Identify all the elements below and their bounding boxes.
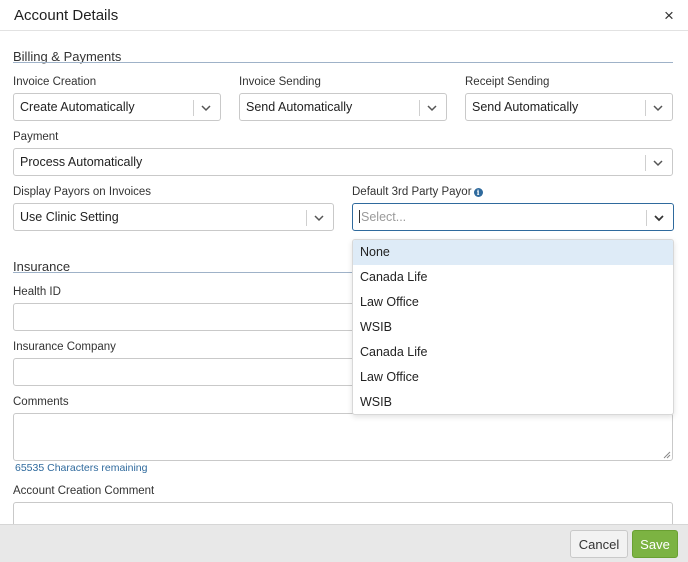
dropdown-option[interactable]: Law Office [353,290,673,315]
payment-select[interactable]: Process Automatically [13,148,673,176]
invoice-sending-value: Send Automatically [246,100,353,114]
dropdown-option[interactable]: Law Office [353,365,673,390]
select-separator [645,155,646,171]
chevron-down-icon [654,215,664,222]
select-separator [193,100,194,116]
invoice-sending-label: Invoice Sending [239,76,321,88]
default-payor-input[interactable]: Select... [359,210,406,224]
payment-label: Payment [13,131,59,143]
dialog-header: Account Details × [0,0,688,31]
display-payors-label: Display Payors on Invoices [13,186,152,198]
default-payor-dropdown: None Canada Life Law Office WSIB Canada … [352,239,674,415]
select-separator [419,100,420,116]
invoice-creation-label: Invoice Creation [13,76,97,88]
payment-value: Process Automatically [20,155,143,169]
dropdown-option[interactable]: WSIB [353,390,673,414]
insurance-company-label: Insurance Company [13,341,116,353]
invoice-creation-select[interactable]: Create Automatically [13,93,221,121]
select-separator [306,210,307,226]
display-payors-value: Use Clinic Setting [20,210,119,224]
resize-grip-icon[interactable] [663,451,671,459]
default-payor-label-text: Default 3rd Party Payor [352,186,472,198]
dialog-footer: Cancel Save [0,524,688,562]
cancel-button[interactable]: Cancel [570,530,628,558]
receipt-sending-select[interactable]: Send Automatically [465,93,673,121]
chevron-down-icon [427,105,437,112]
chevron-down-icon [314,215,324,222]
chevron-down-icon [653,160,663,167]
dialog-title: Account Details [14,7,119,24]
info-icon[interactable]: i [473,188,483,197]
text-caret [359,210,360,223]
chars-remaining-text: 65535 Characters remaining [15,462,148,474]
close-button[interactable]: × [658,5,680,27]
default-payor-select[interactable]: Select... [352,203,674,231]
select-separator [645,100,646,116]
chevron-down-icon [653,105,663,112]
comments-textarea[interactable] [13,413,673,461]
invoice-sending-select[interactable]: Send Automatically [239,93,447,121]
default-payor-label: Default 3rd Party Payor i [352,186,483,198]
dropdown-option[interactable]: Canada Life [353,265,673,290]
account-creation-comment-label: Account Creation Comment [13,485,155,497]
comments-label: Comments [13,396,69,408]
select-separator [646,210,647,226]
invoice-creation-value: Create Automatically [20,100,135,114]
dropdown-option[interactable]: None [353,240,673,265]
default-payor-placeholder: Select... [361,210,407,224]
display-payors-select[interactable]: Use Clinic Setting [13,203,334,231]
receipt-sending-label: Receipt Sending [465,76,550,88]
save-button[interactable]: Save [632,530,678,558]
health-id-label: Health ID [13,286,61,298]
receipt-sending-value: Send Automatically [472,100,579,114]
dropdown-option[interactable]: Canada Life [353,340,673,365]
chevron-down-icon [201,105,211,112]
dropdown-option[interactable]: WSIB [353,315,673,340]
billing-section-divider [13,62,673,63]
